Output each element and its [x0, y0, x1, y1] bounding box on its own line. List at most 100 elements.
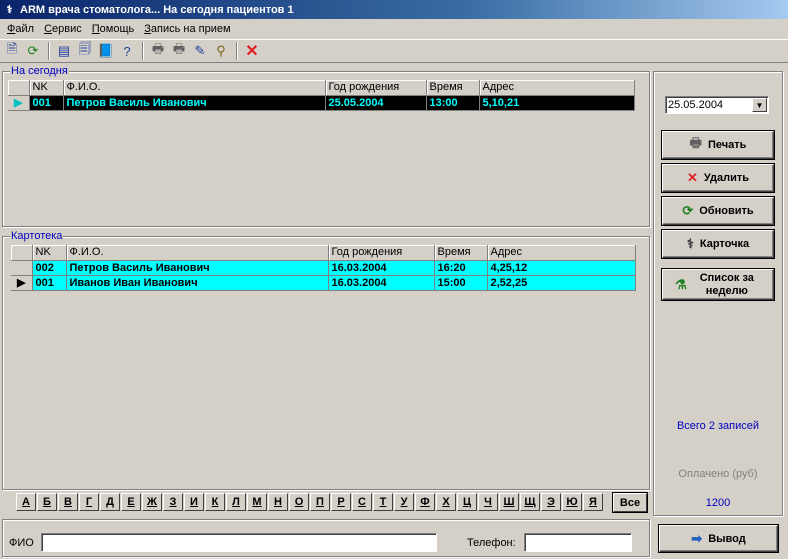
table-row[interactable]: ▶ 001 Иванов Иван Иванович 16.03.2004 15…: [11, 275, 636, 291]
letter-button[interactable]: У: [394, 493, 414, 511]
letter-button[interactable]: О: [289, 493, 309, 511]
menu-service[interactable]: Сервис: [39, 23, 87, 35]
output-button[interactable]: ➡ Вывод: [659, 525, 778, 552]
column-header-fio[interactable]: Ф.И.О.: [63, 80, 326, 96]
letter-button[interactable]: П: [310, 493, 330, 511]
letter-button[interactable]: Ц: [457, 493, 477, 511]
cell-dob[interactable]: 16.03.2004: [328, 275, 435, 291]
all-letters-button[interactable]: Все: [613, 493, 647, 512]
letter-button[interactable]: А: [16, 493, 36, 511]
print-preview-icon[interactable]: 🖶: [169, 41, 189, 61]
output-button-label: Вывод: [708, 532, 746, 545]
letter-button[interactable]: К: [205, 493, 225, 511]
column-header-address[interactable]: Адрес: [479, 80, 635, 96]
toolbar-separator: [236, 42, 238, 60]
cell-address[interactable]: 5,10,21: [479, 95, 635, 111]
column-header-address[interactable]: Адрес: [487, 245, 636, 261]
letter-button[interactable]: Я: [583, 493, 603, 511]
letter-button[interactable]: М: [247, 493, 267, 511]
close-icon[interactable]: ✕: [242, 41, 262, 61]
column-header-time[interactable]: Время: [434, 245, 488, 261]
letter-button[interactable]: Ч: [478, 493, 498, 511]
app-icon: ⚕: [6, 4, 13, 16]
menu-file[interactable]: Файл: [2, 23, 39, 35]
letter-button[interactable]: З: [163, 493, 183, 511]
book-icon[interactable]: 📘: [96, 41, 116, 61]
header-indicator: [8, 80, 30, 96]
refresh-button[interactable]: ⟳ Обновить: [662, 197, 774, 225]
paid-value: 1200: [705, 497, 731, 509]
column-header-dob[interactable]: Год рождения: [325, 80, 427, 96]
refresh-icon[interactable]: ⟳: [23, 41, 43, 61]
letter-button[interactable]: И: [184, 493, 204, 511]
cell-time[interactable]: 16:20: [434, 260, 488, 276]
help-icon[interactable]: ?: [117, 41, 137, 61]
letter-button[interactable]: Д: [100, 493, 120, 511]
letter-button[interactable]: В: [58, 493, 78, 511]
chevron-down-icon[interactable]: ▼: [752, 98, 767, 112]
edit-icon[interactable]: ✎: [190, 41, 210, 61]
column-header-nk[interactable]: NK: [32, 245, 67, 261]
letter-button[interactable]: Р: [331, 493, 351, 511]
cell-address[interactable]: 2,52,25: [487, 275, 636, 291]
cell-fio[interactable]: Петров Василь Иванович: [66, 260, 329, 276]
row-indicator: [11, 260, 33, 276]
cards-grid: NK Ф.И.О. Год рождения Время Адрес 002 П…: [11, 245, 636, 291]
cell-dob[interactable]: 25.05.2004: [325, 95, 427, 111]
table-row[interactable]: 002 Петров Василь Иванович 16.03.2004 16…: [11, 260, 636, 276]
letter-button[interactable]: Ш: [499, 493, 519, 511]
delete-button-label: Удалить: [703, 172, 750, 184]
card-button-label: Карточка: [699, 238, 750, 250]
table-row[interactable]: ▶ 001 Петров Василь Иванович 25.05.2004 …: [8, 95, 635, 111]
title-bar: ⚕ ARM врача стоматолога... На сегодня па…: [0, 0, 788, 19]
phone-input[interactable]: [524, 533, 632, 552]
cell-fio[interactable]: Иванов Иван Иванович: [66, 275, 329, 291]
cell-time[interactable]: 13:00: [426, 95, 480, 111]
total-records: Всего 2 записей: [676, 420, 760, 432]
cell-nk[interactable]: 001: [32, 275, 67, 291]
card-button[interactable]: ⚕ Карточка: [662, 230, 774, 258]
week-list-button-label: Список за неделю: [699, 271, 754, 297]
letter-button[interactable]: Б: [37, 493, 57, 511]
menu-appointment[interactable]: Запись на прием: [139, 23, 235, 35]
cell-nk[interactable]: 002: [32, 260, 67, 276]
printer-icon[interactable]: 🖶: [148, 41, 168, 61]
column-header-dob[interactable]: Год рождения: [328, 245, 435, 261]
date-picker[interactable]: 25.05.2004 ▼: [665, 96, 769, 114]
letter-button[interactable]: Ж: [142, 493, 162, 511]
letter-button[interactable]: Ф: [415, 493, 435, 511]
delete-button[interactable]: ✕ Удалить: [662, 164, 774, 192]
cell-dob[interactable]: 16.03.2004: [328, 260, 435, 276]
print-button[interactable]: 🖶 Печать: [662, 131, 774, 159]
paid-label: Оплачено (руб): [678, 468, 758, 480]
list-icon[interactable]: ▤: [54, 41, 74, 61]
today-title: На сегодня: [10, 65, 69, 77]
letter-button[interactable]: Л: [226, 493, 246, 511]
letter-button[interactable]: Х: [436, 493, 456, 511]
print-button-label: Печать: [707, 139, 747, 151]
delete-x-icon: ✕: [686, 170, 698, 185]
letter-button[interactable]: Е: [121, 493, 141, 511]
column-header-time[interactable]: Время: [426, 80, 480, 96]
column-header-nk[interactable]: NK: [29, 80, 64, 96]
search-icon[interactable]: ⚲: [211, 41, 231, 61]
report-icon[interactable]: 🗐: [75, 41, 95, 61]
cell-nk[interactable]: 001: [29, 95, 64, 111]
letter-button[interactable]: Щ: [520, 493, 540, 511]
letter-button[interactable]: Г: [79, 493, 99, 511]
letter-button[interactable]: С: [352, 493, 372, 511]
letter-button[interactable]: Э: [541, 493, 561, 511]
cell-time[interactable]: 15:00: [434, 275, 488, 291]
letter-button[interactable]: Н: [268, 493, 288, 511]
week-list-button[interactable]: ⚗ Список за неделю: [662, 269, 774, 300]
column-header-fio[interactable]: Ф.И.О.: [66, 245, 329, 261]
toolbar-separator: [48, 42, 50, 60]
header-indicator: [11, 245, 33, 261]
cell-address[interactable]: 4,25,12: [487, 260, 636, 276]
fio-input[interactable]: [41, 533, 437, 552]
letter-button[interactable]: Т: [373, 493, 393, 511]
new-document-icon[interactable]: 🗎: [2, 41, 22, 61]
menu-help[interactable]: Помощь: [87, 23, 140, 35]
letter-button[interactable]: Ю: [562, 493, 582, 511]
cell-fio[interactable]: Петров Василь Иванович: [63, 95, 326, 111]
